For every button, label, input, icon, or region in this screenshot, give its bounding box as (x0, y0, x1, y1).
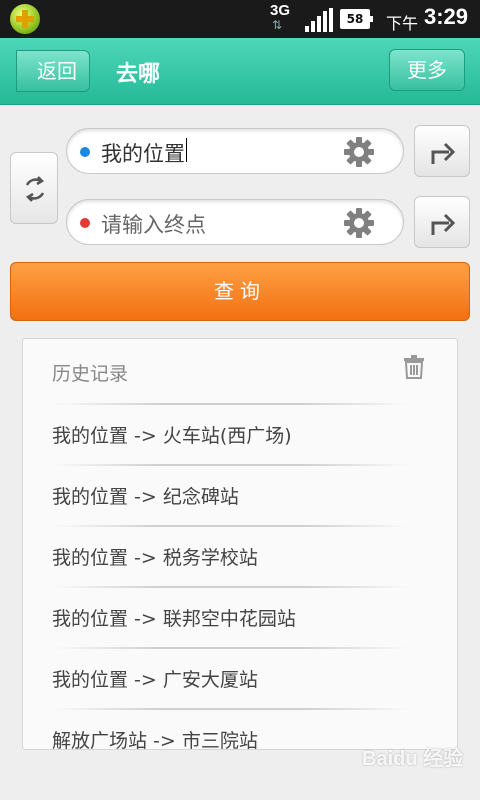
back-button-label: 返回 (37, 59, 77, 83)
start-location-input[interactable]: 我的位置 (66, 128, 404, 174)
start-location-value: 我的位置 (101, 142, 185, 166)
swap-route-button[interactable] (10, 152, 58, 224)
turn-arrow-icon (431, 142, 456, 164)
divider (53, 525, 409, 527)
divider (53, 586, 409, 588)
network-type: 3G (270, 2, 291, 19)
text-cursor (186, 138, 187, 162)
history-item[interactable]: 我的位置 -> 纪念碑站 (23, 464, 457, 525)
app-notification-icon (10, 4, 40, 34)
history-item-label: 我的位置 -> 广安大厦站 (52, 669, 258, 691)
trash-icon[interactable] (403, 355, 425, 379)
history-item[interactable]: 我的位置 -> 广安大厦站 (23, 647, 457, 708)
status-ampm: 下午 (386, 14, 419, 33)
start-dot-icon (80, 147, 90, 157)
destination-input[interactable]: 请输入终点 (66, 199, 404, 245)
status-bar: 3G ⇅ 58 下午 3:29 (0, 0, 480, 38)
end-route-option-button[interactable] (414, 196, 470, 248)
end-settings-gear-icon[interactable] (343, 207, 375, 239)
divider (53, 647, 409, 649)
divider (53, 464, 409, 466)
battery-icon: 58 (340, 9, 373, 29)
divider (53, 708, 409, 710)
back-button[interactable]: 返回 (16, 50, 90, 92)
divider (53, 403, 409, 405)
more-button[interactable]: 更多 (389, 49, 465, 91)
title-bar: 返回 去哪 更多 (0, 38, 480, 105)
query-button[interactable]: 查询 (10, 262, 470, 321)
signal-strength-icon (305, 8, 333, 32)
destination-placeholder: 请输入终点 (101, 213, 206, 237)
swap-icon (25, 176, 45, 202)
history-title: 历史记录 (52, 363, 129, 385)
history-item-label: 解放广场站 -> 市三院站 (52, 730, 258, 750)
history-item-label: 我的位置 -> 税务学校站 (52, 547, 258, 569)
page-title: 去哪 (116, 62, 161, 87)
history-panel: 历史记录 我的位置 -> 火车站(西广场) 我的位置 -> 纪念碑站 我的位置 … (22, 338, 458, 750)
history-item-label: 我的位置 -> 火车站(西广场) (52, 425, 292, 447)
history-item-label: 我的位置 -> 联邦空中花园站 (52, 608, 296, 630)
history-list: 我的位置 -> 火车站(西广场) 我的位置 -> 纪念碑站 我的位置 -> 税务… (23, 403, 457, 750)
watermark: Baidu 经验 (362, 748, 464, 770)
history-item[interactable]: 我的位置 -> 税务学校站 (23, 525, 457, 586)
data-activity-icon: ⇅ (272, 18, 283, 32)
history-item-label: 我的位置 -> 纪念碑站 (52, 486, 239, 508)
history-item[interactable]: 我的位置 -> 火车站(西广场) (23, 403, 457, 464)
start-settings-gear-icon[interactable] (343, 136, 375, 168)
history-item[interactable]: 我的位置 -> 联邦空中花园站 (23, 586, 457, 647)
end-dot-icon (80, 218, 90, 228)
turn-arrow-icon (431, 213, 456, 235)
start-route-option-button[interactable] (414, 125, 470, 177)
status-time: 3:29 (424, 4, 469, 29)
